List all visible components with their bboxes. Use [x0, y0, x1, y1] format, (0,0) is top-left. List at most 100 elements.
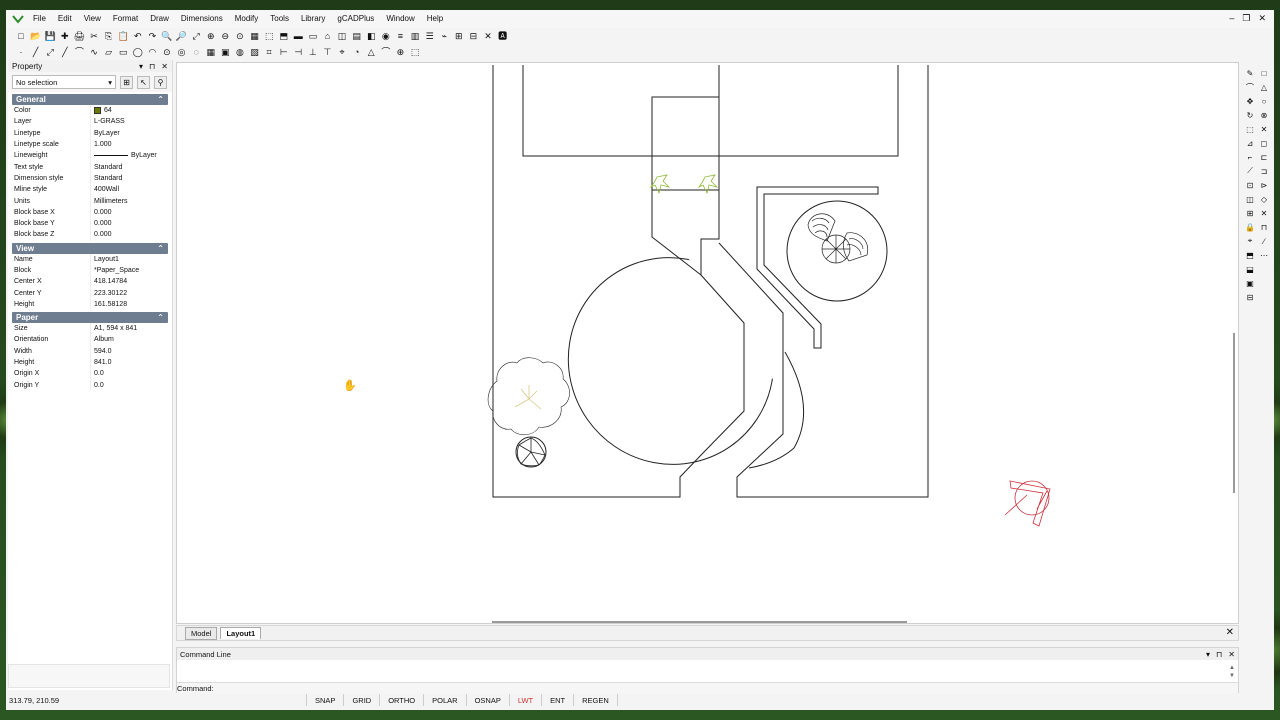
right-col2-tool-12-icon[interactable]: ∕	[1258, 234, 1270, 248]
minimize-icon[interactable]: –	[1229, 13, 1234, 24]
right-col1-tool-12-icon[interactable]: ⌖	[1244, 234, 1256, 248]
draw-tool-9-icon[interactable]: ◠	[145, 45, 159, 59]
right-col1-tool-1-icon[interactable]: ⌒	[1244, 80, 1256, 94]
property-row[interactable]: Origin X 0.0	[12, 368, 168, 380]
status-ortho[interactable]: ORTHO	[379, 694, 423, 706]
right-col1-tool-9-icon[interactable]: ◫	[1244, 192, 1256, 206]
menu-format[interactable]: Format	[107, 10, 144, 28]
status-ent[interactable]: ENT	[541, 694, 573, 706]
draw-tool-11-icon[interactable]: ◎	[175, 45, 189, 59]
property-row[interactable]: Center Y 223.30122	[12, 287, 168, 299]
main-tool-3-icon[interactable]: ✚	[58, 29, 72, 43]
property-row[interactable]: Linetype ByLayer	[12, 127, 168, 139]
property-value[interactable]: *Paper_Space	[90, 264, 168, 277]
right-col1-tool-5-icon[interactable]: ⊿	[1244, 136, 1256, 150]
property-row[interactable]: Layer L-GRASS	[12, 116, 168, 128]
property-value[interactable]: 841.0	[90, 356, 168, 369]
section-general[interactable]: General ⌃	[12, 94, 168, 105]
main-tool-25-icon[interactable]: ◉	[379, 29, 393, 43]
property-row[interactable]: Block base Y 0.000	[12, 217, 168, 230]
menu-gcadplus[interactable]: gCADPlus	[331, 10, 380, 28]
property-row[interactable]: Mline style 400Wall	[12, 184, 168, 196]
main-tool-15-icon[interactable]: ⊙	[233, 29, 247, 43]
main-tool-19-icon[interactable]: ▬	[291, 29, 305, 43]
main-tool-20-icon[interactable]: ▭	[306, 29, 320, 43]
property-row[interactable]: Lineweight ByLayer	[12, 150, 168, 162]
main-tool-8-icon[interactable]: ↶	[131, 29, 145, 43]
status-osnap[interactable]: OSNAP	[465, 694, 509, 706]
right-col2-tool-4-icon[interactable]: ✕	[1258, 122, 1270, 136]
main-tool-27-icon[interactable]: ▥	[408, 29, 422, 43]
property-value[interactable]: A1, 594 x 841	[90, 323, 168, 335]
section-view[interactable]: View ⌃	[12, 242, 168, 254]
main-tool-30-icon[interactable]: ⊞	[452, 29, 466, 43]
right-col1-tool-6-icon[interactable]: ⌐	[1244, 150, 1256, 164]
horizontal-scrollbar[interactable]	[492, 621, 907, 623]
main-tool-6-icon[interactable]: ⎘	[102, 29, 116, 43]
property-row[interactable]: Block *Paper_Space	[12, 264, 168, 277]
main-tool-9-icon[interactable]: ↷	[145, 29, 159, 43]
property-value[interactable]: ByLayer	[90, 127, 168, 139]
property-value[interactable]: 0.0	[90, 368, 168, 380]
main-tool-17-icon[interactable]: ⬚	[262, 29, 276, 43]
draw-tool-3-icon[interactable]: ╱	[58, 45, 72, 59]
right-col2-tool-9-icon[interactable]: ◇	[1258, 192, 1270, 206]
right-col1-tool-13-icon[interactable]: ⬒	[1244, 248, 1256, 262]
right-col1-tool-2-icon[interactable]: ✥	[1244, 94, 1256, 108]
draw-tool-27-icon[interactable]: ⬚	[408, 45, 422, 59]
draw-tool-6-icon[interactable]: ▱	[102, 45, 116, 59]
property-row[interactable]: Orientation Album	[12, 334, 168, 346]
close-layout-icon[interactable]: ✕	[1226, 627, 1234, 638]
panel-pin-icon[interactable]: ⊓	[149, 62, 155, 71]
drawing-canvas[interactable]	[176, 62, 1239, 624]
property-value[interactable]: Standard	[90, 172, 168, 185]
main-tool-22-icon[interactable]: ◫	[335, 29, 349, 43]
property-row[interactable]: Center X 418.14784	[12, 276, 168, 288]
property-value[interactable]: 223.30122	[90, 287, 168, 299]
draw-tool-18-icon[interactable]: ⊢	[277, 45, 291, 59]
property-value[interactable]: 594.0	[90, 345, 168, 357]
property-row[interactable]: Units Millimeters	[12, 195, 168, 207]
property-row[interactable]: Height 161.58128	[12, 298, 168, 311]
draw-tool-25-icon[interactable]: ⌒	[379, 45, 393, 59]
tab-model[interactable]: Model	[185, 626, 218, 640]
main-tool-18-icon[interactable]: ⬒	[277, 29, 291, 43]
selection-dropdown[interactable]: No selection ▾	[12, 75, 116, 89]
tab-layout1[interactable]: Layout1	[220, 627, 262, 639]
property-value[interactable]: 0.0	[90, 379, 168, 391]
property-value[interactable]: 1.000	[90, 138, 168, 151]
right-col1-tool-10-icon[interactable]: ⊞	[1244, 206, 1256, 220]
right-col2-tool-11-icon[interactable]: ⊓	[1258, 220, 1270, 234]
draw-tool-2-icon[interactable]: ⤢	[43, 45, 57, 59]
main-tool-29-icon[interactable]: ⌁	[437, 29, 451, 43]
draw-tool-12-icon[interactable]: ◌	[189, 45, 203, 59]
draw-tool-24-icon[interactable]: △	[364, 45, 378, 59]
toggle-pickadd-button[interactable]: ⊞	[120, 75, 133, 89]
property-row[interactable]: Height 841.0	[12, 356, 168, 369]
property-row[interactable]: Size A1, 594 x 841	[12, 323, 168, 335]
draw-tool-1-icon[interactable]: ╱	[29, 45, 43, 59]
main-tool-13-icon[interactable]: ⊕	[204, 29, 218, 43]
right-col2-tool-5-icon[interactable]: ◻	[1258, 136, 1270, 150]
menu-tools[interactable]: Tools	[264, 10, 295, 28]
property-value[interactable]: Album	[90, 334, 168, 346]
cmd-pin-icon[interactable]: ⊓	[1216, 650, 1222, 659]
property-row[interactable]: Dimension style Standard	[12, 172, 168, 185]
property-value[interactable]: L-GRASS	[90, 116, 168, 128]
main-tool-14-icon[interactable]: ⊖	[218, 29, 232, 43]
draw-tool-14-icon[interactable]: ▣	[218, 45, 232, 59]
right-col2-tool-0-icon[interactable]: □	[1258, 66, 1270, 80]
main-tool-23-icon[interactable]: ▤	[350, 29, 364, 43]
menu-dimensions[interactable]: Dimensions	[175, 10, 229, 28]
main-tool-33-icon[interactable]: 🅰	[496, 29, 510, 43]
draw-tool-0-icon[interactable]: ·	[14, 45, 28, 59]
draw-tool-13-icon[interactable]: ▦	[204, 45, 218, 59]
property-value[interactable]: 400Wall	[90, 184, 168, 196]
right-col1-tool-4-icon[interactable]: ⬚	[1244, 122, 1256, 136]
vertical-scrollbar[interactable]	[1233, 333, 1235, 493]
main-tool-12-icon[interactable]: ⤢	[189, 29, 203, 43]
main-tool-4-icon[interactable]: 🖨	[72, 29, 86, 43]
status-lwt[interactable]: LWT	[508, 694, 541, 706]
menu-window[interactable]: Window	[380, 10, 420, 28]
status-regen[interactable]: REGEN	[573, 694, 617, 706]
